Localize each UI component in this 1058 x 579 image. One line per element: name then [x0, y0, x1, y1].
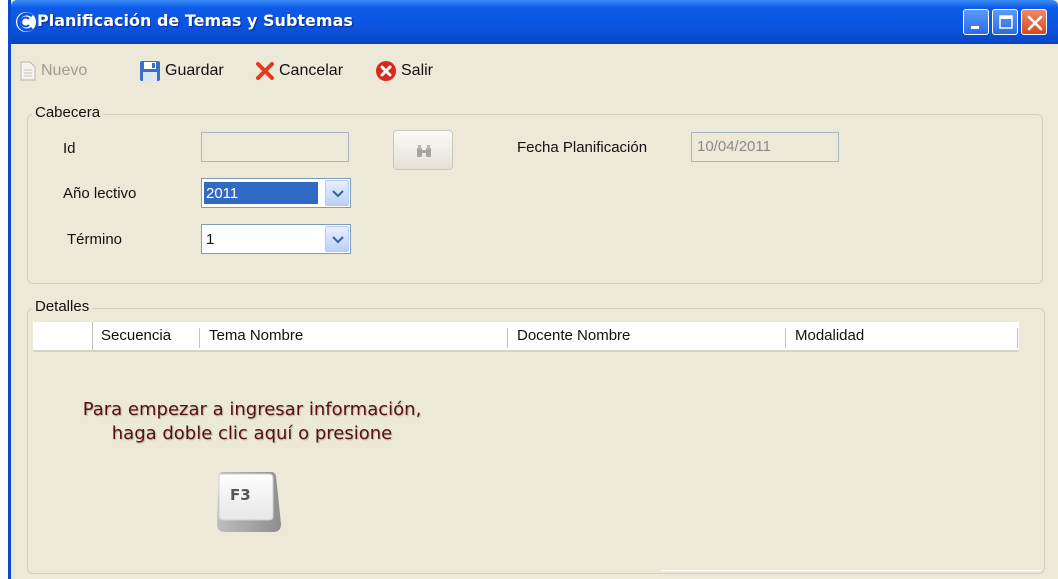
anio-lectivo-label: Año lectivo — [63, 185, 137, 202]
termino-label: Término — [67, 231, 123, 248]
close-circle-icon — [376, 61, 396, 81]
anio-lectivo-value: 2011 — [204, 182, 318, 204]
column-divider[interactable] — [785, 328, 786, 348]
detalles-legend: Detalles — [32, 298, 93, 315]
column-secuencia[interactable]: Secuencia — [101, 327, 171, 347]
hint-line-2: haga doble clic aquí o presione — [111, 423, 393, 444]
chevron-down-icon — [332, 236, 344, 244]
f3-key-label: F3 — [230, 486, 251, 504]
hint-line-1: Para empezar a ingresar información, — [82, 399, 422, 420]
cancelar-label: Cancelar — [279, 62, 344, 79]
column-modalidad[interactable]: Modalidad — [795, 327, 864, 347]
divider — [661, 570, 1041, 571]
cabecera-legend: Cabecera — [32, 104, 104, 121]
nuevo-label: Nuevo — [41, 62, 88, 79]
maximize-icon — [999, 15, 1013, 29]
chevron-down-icon — [332, 190, 344, 198]
salir-label: Salir — [401, 62, 434, 79]
termino-select[interactable]: 1 — [201, 224, 351, 254]
red-x-icon — [256, 62, 274, 80]
column-divider[interactable] — [1017, 328, 1018, 348]
window-title: Planificación de Temas y Subtemas — [37, 11, 353, 30]
termino-dropdown-button[interactable] — [325, 226, 349, 252]
binoculars-icon — [417, 145, 431, 157]
minimize-icon — [971, 26, 979, 29]
maximize-button[interactable] — [992, 9, 1018, 35]
new-document-icon — [20, 61, 36, 81]
anio-dropdown-button[interactable] — [325, 180, 349, 206]
floppy-disk-icon — [140, 61, 160, 81]
id-label: Id — [63, 140, 76, 157]
app-window: Planificación de Temas y Subtemas Nuevo … — [8, 0, 1058, 579]
row-header-cell — [33, 322, 93, 350]
app-logo-icon — [15, 11, 37, 33]
guardar-label: Guardar — [165, 62, 224, 79]
search-button[interactable] — [393, 130, 453, 170]
anio-lectivo-select[interactable]: 2011 — [201, 178, 351, 208]
cancelar-button[interactable]: Cancelar — [255, 58, 343, 84]
guardar-button[interactable]: Guardar — [139, 58, 224, 84]
column-divider[interactable] — [199, 328, 200, 348]
empty-grid-hint[interactable]: Para empezar a ingresar información, hag… — [37, 398, 467, 446]
column-tema-nombre[interactable]: Tema Nombre — [209, 327, 303, 347]
toolbar: Nuevo Guardar Cancelar Salir — [11, 50, 1058, 90]
fecha-label: Fecha Planificación — [517, 139, 648, 156]
nuevo-button[interactable]: Nuevo — [19, 58, 87, 84]
column-divider[interactable] — [507, 328, 508, 348]
minimize-button[interactable] — [963, 9, 989, 35]
id-field[interactable] — [201, 132, 349, 162]
column-docente-nombre[interactable]: Docente Nombre — [517, 327, 630, 347]
salir-button[interactable]: Salir — [375, 58, 433, 84]
fecha-field[interactable]: 10/04/2011 — [691, 132, 839, 162]
grid-header: Secuencia Tema Nombre Docente Nombre Mod… — [33, 322, 1019, 352]
title-bar[interactable]: Planificación de Temas y Subtemas — [11, 0, 1058, 44]
termino-value: 1 — [206, 231, 215, 248]
close-button[interactable] — [1021, 9, 1047, 35]
close-icon — [1027, 15, 1043, 31]
